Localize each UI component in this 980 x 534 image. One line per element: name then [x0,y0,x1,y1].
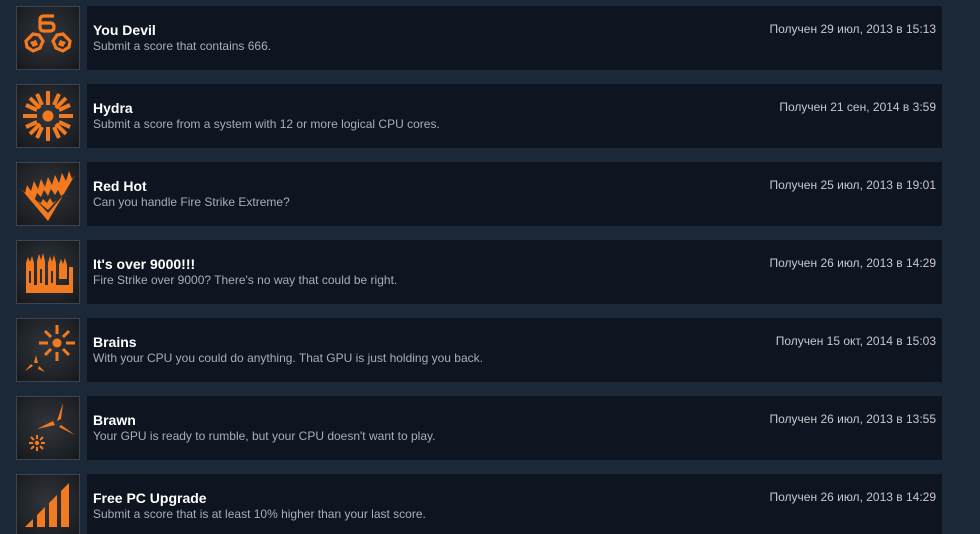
achievement-unlock-date: Получен 26 июл, 2013 в 14:29 [769,256,936,270]
achievement-unlock-date: Получен 25 июл, 2013 в 19:01 [769,178,936,192]
achievement-row: Hydra Submit a score from a system with … [16,84,942,148]
signal-bars-icon [25,483,69,527]
achievement-title: Free PC Upgrade [93,490,207,506]
achievement-icon-frame [16,240,80,304]
achievement-panel: Brawn Your GPU is ready to rumble, but y… [87,396,942,460]
achievement-unlock-date: Получен 26 июл, 2013 в 13:55 [769,412,936,426]
achievement-panel: It's over 9000!!! Fire Strike over 9000?… [87,240,942,304]
achievement-panel: Brains With your CPU you could do anythi… [87,318,942,382]
achievement-row: You Devil Submit a score that contains 6… [16,6,942,70]
achievement-description: Fire Strike over 9000? There's no way th… [93,273,398,287]
achievement-unlock-date: Получен 15 окт, 2014 в 15:03 [775,334,936,348]
achievement-description: Submit a score that is at least 10% high… [93,507,426,521]
achievement-row: It's over 9000!!! Fire Strike over 9000?… [16,240,942,304]
achievement-unlock-date: Получен 21 сен, 2014 в 3:59 [779,100,936,114]
achievement-list: You Devil Submit a score that contains 6… [0,0,980,534]
achievement-unlock-date: Получен 29 июл, 2013 в 15:13 [769,22,936,36]
achievement-description: Can you handle Fire Strike Extreme? [93,195,290,209]
achievement-icon-frame [16,84,80,148]
achievement-description: Your GPU is ready to rumble, but your CP… [93,429,436,443]
achievement-icon-frame [16,474,80,534]
achievement-title: Brawn [93,412,136,428]
achievement-title: Red Hot [93,178,147,194]
achievement-description: Submit a score from a system with 12 or … [93,117,440,131]
achievement-title: You Devil [93,22,156,38]
achievement-row: Brawn Your GPU is ready to rumble, but y… [16,396,942,460]
achievement-description: Submit a score that contains 666. [93,39,272,53]
achievement-icon-frame [16,396,80,460]
brains-icon [25,325,75,372]
achievement-panel: Hydra Submit a score from a system with … [87,84,942,148]
achievement-icon-frame [16,6,80,70]
achievement-title: Hydra [93,100,133,116]
achievement-description: With your CPU you could do anything. Tha… [93,351,483,365]
achievement-row: Red Hot Can you handle Fire Strike Extre… [16,162,942,226]
achievement-panel: Free PC Upgrade Submit a score that is a… [87,474,942,534]
achievement-title: Brains [93,334,137,350]
brawn-icon [29,403,75,451]
achievement-icon-frame [16,318,80,382]
achievement-title: It's over 9000!!! [93,256,196,272]
achievement-panel: Red Hot Can you handle Fire Strike Extre… [87,162,942,226]
achievement-icon-frame [16,162,80,226]
devil-666-icon [24,14,72,53]
achievement-row: Brains With your CPU you could do anythi… [16,318,942,382]
hydra-burst-icon [23,91,73,141]
achievement-panel: You Devil Submit a score that contains 6… [87,6,942,70]
achievement-row: Free PC Upgrade Submit a score that is a… [16,474,942,534]
over-9000-icon [26,253,73,293]
flame-v-icon [21,171,75,221]
achievement-unlock-date: Получен 26 июл, 2013 в 14:29 [769,490,936,504]
